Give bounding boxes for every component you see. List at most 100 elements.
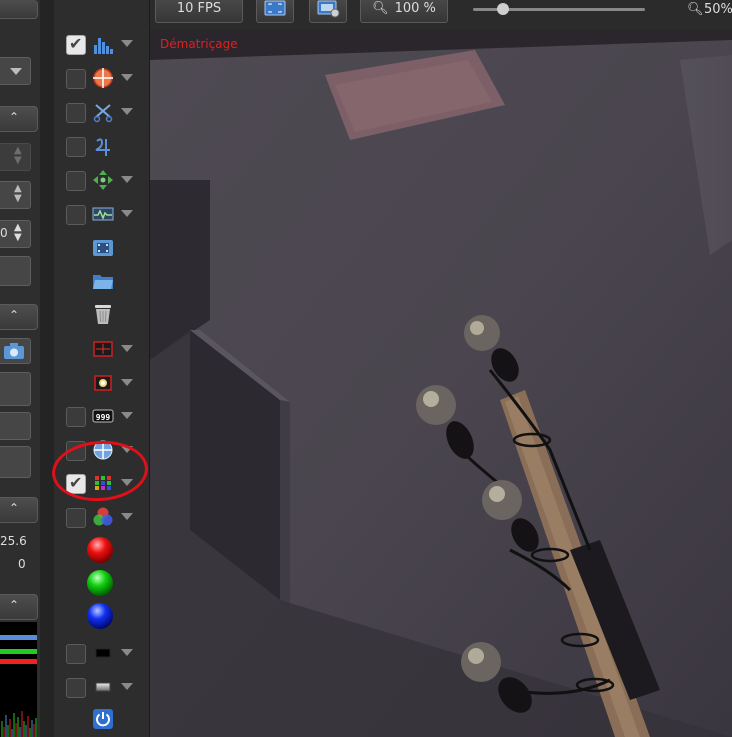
crosshair-checkbox[interactable] — [66, 69, 86, 89]
tool-row-target-frame — [54, 335, 149, 369]
counter-999-icon[interactable]: 999 — [92, 405, 114, 427]
scissors-icon[interactable] — [92, 101, 114, 123]
panel-button-2[interactable] — [0, 372, 31, 406]
section-collapse-button[interactable]: ⌃ — [0, 304, 38, 330]
spin-arrows-icon: ▲ ▼ — [14, 183, 22, 204]
top-toolbar: 10 FPS 🔍︎ 100 % 🔍︎ 50% — [150, 0, 732, 30]
tool-row-counter: 999 — [54, 402, 149, 436]
histogram-panel — [0, 622, 37, 737]
film-folder-icon[interactable] — [92, 236, 114, 258]
chevron-down-icon[interactable] — [121, 649, 133, 656]
magnifier-icon: 🔍︎ — [372, 1, 389, 16]
black-rect-icon[interactable] — [92, 642, 114, 664]
app-window: ⌃ ▲ ▼ ▲ ▼ 0 ▲ ▼ ⌃ ⌃ 25.6 0 ⌃ ✔ 999 ✔ 10 … — [0, 0, 732, 737]
chevron-down-icon[interactable] — [121, 683, 133, 690]
crosshair-icon[interactable] — [92, 67, 114, 89]
section-collapse-button[interactable]: ⌃ — [0, 594, 38, 620]
chevron-down-icon[interactable] — [121, 176, 133, 183]
screen-settings-button[interactable] — [309, 0, 347, 23]
zoom-percent-label: 50% — [704, 2, 732, 17]
tool-row-film — [54, 233, 149, 267]
zoom-slider-handle[interactable] — [497, 3, 509, 15]
rgb-checkbox[interactable] — [66, 508, 86, 528]
fit-screen-button[interactable] — [256, 0, 294, 23]
camera-settings-button[interactable] — [0, 338, 31, 364]
tool-row-waveform — [54, 200, 149, 234]
zoom-slider[interactable] — [473, 3, 645, 15]
gradient-rect-checkbox[interactable] — [66, 678, 86, 698]
camera-frame-image — [150, 30, 732, 737]
folder-icon[interactable] — [92, 270, 114, 292]
tool-row-crosshair — [54, 64, 149, 98]
tool-row-move — [54, 166, 149, 200]
histogram-blue-line — [0, 635, 37, 640]
blue-ball-icon[interactable] — [86, 602, 114, 630]
waveform-icon[interactable] — [92, 203, 114, 225]
camera-preview[interactable]: Dématriçage — [150, 30, 732, 737]
fit-screen-icon — [264, 0, 286, 16]
spinbox-3[interactable]: 0 ▲ ▼ — [0, 220, 31, 248]
tool-row-green — [54, 569, 149, 603]
histogram-bars — [1, 711, 37, 737]
move-arrows-icon[interactable] — [92, 169, 114, 191]
chevron-down-icon[interactable] — [121, 513, 133, 520]
counter-checkbox[interactable] — [66, 407, 86, 427]
section-collapse-button[interactable]: ⌃ — [0, 497, 38, 523]
target-frame-icon[interactable] — [92, 338, 114, 360]
chevron-up-icon: ⌃ — [9, 501, 20, 515]
stat-value-1: 25.6 — [0, 534, 27, 548]
camera-icon — [4, 343, 24, 359]
panel-button-1[interactable] — [0, 256, 31, 286]
spin-arrows-icon: ▲ ▼ — [14, 145, 22, 166]
chevron-up-icon: ⌃ — [9, 308, 20, 322]
histogram-red-line — [0, 659, 37, 664]
red-ball-icon[interactable] — [86, 536, 114, 564]
green-ball-icon[interactable] — [86, 569, 114, 597]
dropdown-select[interactable] — [0, 57, 31, 85]
tool-row-black-rect — [54, 639, 149, 673]
panel-collapse-button[interactable] — [0, 0, 38, 19]
section-collapse-button[interactable]: ⌃ — [0, 106, 38, 132]
histogram-green-line — [0, 649, 37, 654]
histogram-checkbox[interactable] — [66, 34, 86, 55]
chevron-down-icon[interactable] — [121, 210, 133, 217]
jupiter-symbol-icon[interactable] — [92, 135, 114, 157]
tool-row-scissors — [54, 98, 149, 132]
stat-value-2: 0 — [18, 557, 26, 571]
panel-button-4[interactable] — [0, 446, 31, 478]
tool-row-gradient-rect — [54, 673, 149, 707]
fps-button[interactable]: 10 FPS — [155, 0, 243, 23]
rgb-circles-icon[interactable] — [92, 506, 114, 528]
histogram-icon[interactable] — [92, 33, 114, 55]
gradient-rect-icon[interactable] — [92, 676, 114, 698]
spinbox-2[interactable]: ▲ ▼ — [0, 181, 31, 209]
panel-splitter[interactable] — [40, 0, 54, 737]
zoom-level-button[interactable]: 🔍︎ 100 % — [360, 0, 448, 23]
panel-button-3[interactable] — [0, 412, 31, 440]
chevron-down-icon[interactable] — [121, 345, 133, 352]
tool-row-blue — [54, 602, 149, 636]
black-rect-checkbox[interactable] — [66, 644, 86, 664]
scissors-checkbox[interactable] — [66, 103, 86, 123]
left-side-panel: ⌃ ▲ ▼ ▲ ▼ 0 ▲ ▼ ⌃ ⌃ 25.6 0 ⌃ — [0, 0, 40, 737]
waveform-checkbox[interactable] — [66, 205, 86, 225]
chevron-down-icon[interactable] — [121, 40, 133, 47]
chevron-down-icon[interactable] — [121, 379, 133, 386]
tool-row-trash — [54, 300, 149, 334]
chevron-up-icon: ⌃ — [9, 598, 20, 612]
magnifier-icon: 🔍︎ — [687, 2, 704, 17]
chevron-down-icon[interactable] — [121, 412, 133, 419]
chevron-down-icon[interactable] — [121, 108, 133, 115]
chevron-up-icon: ⌃ — [9, 110, 20, 124]
tool-row-star-frame — [54, 369, 149, 403]
tool-row-rgb — [54, 503, 149, 537]
symbol-checkbox[interactable] — [66, 137, 86, 157]
tool-row-folder — [54, 267, 149, 301]
trash-icon[interactable] — [92, 303, 114, 325]
tool-column: 999 — [54, 0, 150, 737]
chevron-down-icon[interactable] — [121, 74, 133, 81]
spinbox-1[interactable]: ▲ ▼ — [0, 143, 31, 171]
move-checkbox[interactable] — [66, 171, 86, 191]
star-frame-icon[interactable] — [92, 372, 114, 394]
power-icon[interactable] — [92, 708, 114, 730]
